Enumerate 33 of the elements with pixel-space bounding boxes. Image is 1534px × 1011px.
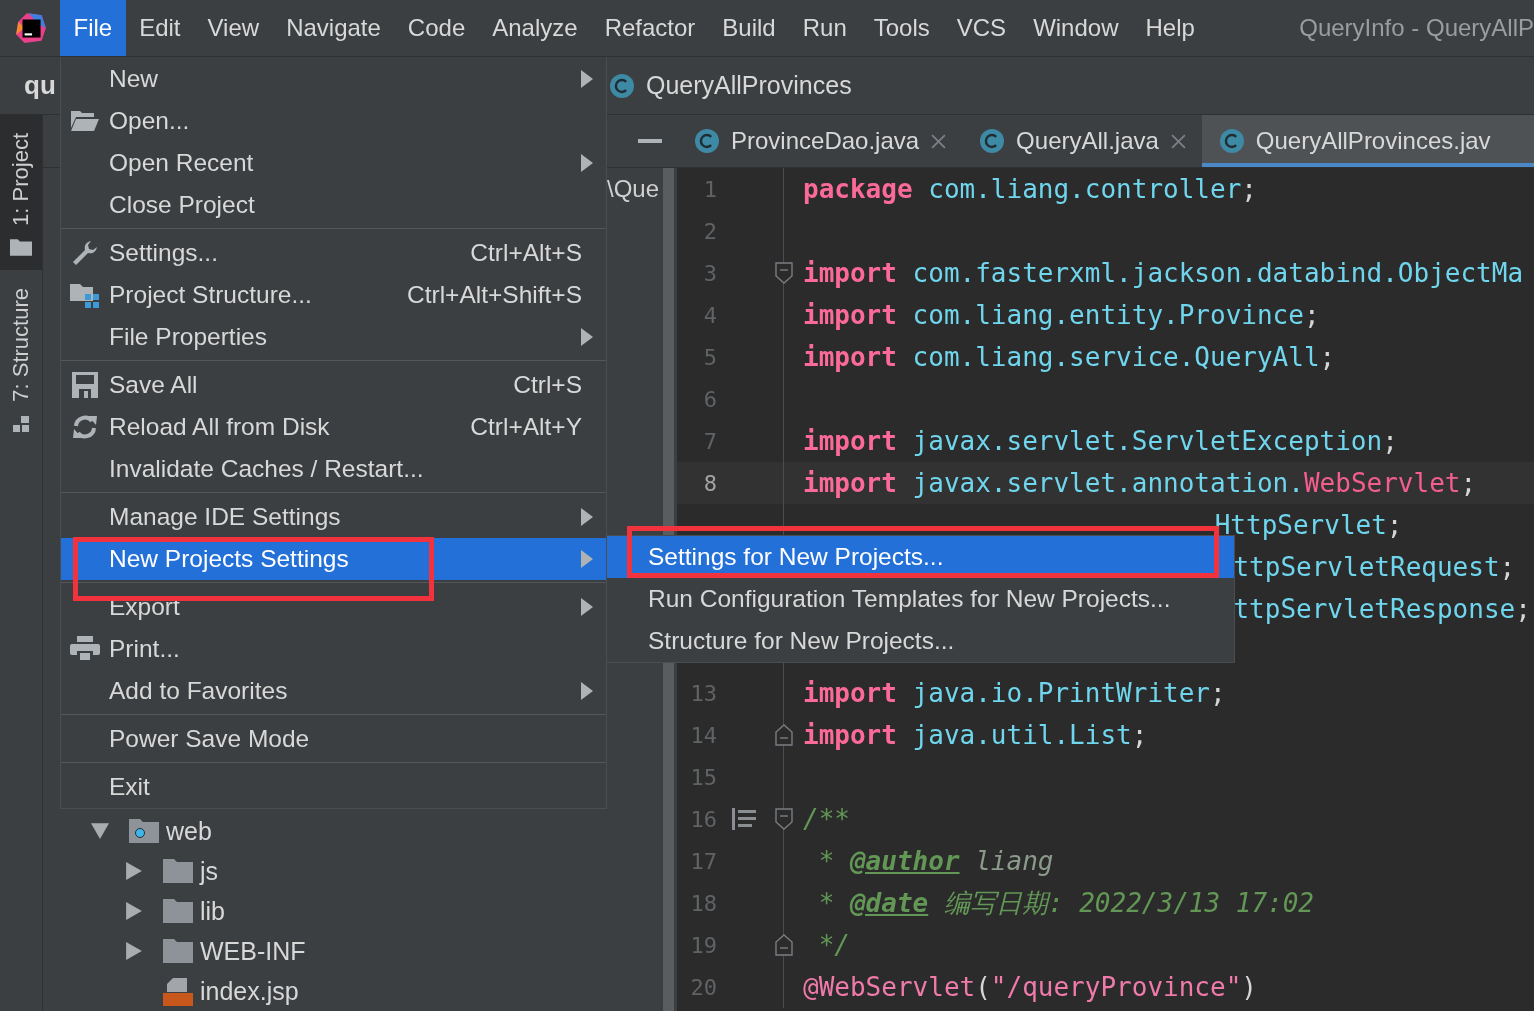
code-line: */ xyxy=(817,930,850,960)
line-number: 20 xyxy=(690,974,717,1000)
code-line: @WebServlet("/queryProvince") xyxy=(803,972,1257,1002)
line-number: 13 xyxy=(690,680,717,706)
line-number: 6 xyxy=(703,386,717,412)
line-number: 4 xyxy=(703,302,717,328)
line-number: 2 xyxy=(703,218,717,244)
code-line: * @author liang xyxy=(817,846,1054,876)
line-number: 16 xyxy=(690,806,717,832)
code-line: /** xyxy=(803,804,850,834)
code-line: package com.liang.controller; xyxy=(803,174,1257,204)
line-number: 3 xyxy=(703,260,717,286)
project-name: qu xyxy=(24,70,56,100)
line-number: 14 xyxy=(690,722,717,748)
line-number: 8 xyxy=(703,470,717,496)
code-line: import com.liang.entity.Province; xyxy=(803,300,1320,330)
code-line: import java.util.List; xyxy=(803,720,1148,750)
line-number: 18 xyxy=(690,890,717,916)
code-line: import javax.servlet.annotation.WebServlet; xyxy=(803,468,1477,498)
code-line: import javax.servlet.ServletException; xyxy=(803,426,1398,456)
code-line: ttpServletRequest; xyxy=(1233,552,1516,582)
code-line: import com.fasterxml.jackson.databind.ObjectMa xyxy=(803,258,1524,288)
line-number: 5 xyxy=(703,344,717,370)
line-number: 1 xyxy=(703,176,717,202)
line-number: 15 xyxy=(690,764,717,790)
code-line: * @date 编写日期: 2022/3/13 17:02 xyxy=(817,886,1314,920)
code-line: import java.io.PrintWriter; xyxy=(803,678,1226,708)
line-number: 17 xyxy=(690,848,717,874)
code-line: import com.liang.service.QueryAll; xyxy=(803,342,1336,372)
code-line: ttpServletResponse; xyxy=(1233,594,1531,624)
line-number: 7 xyxy=(703,428,717,454)
line-number: 19 xyxy=(690,932,717,958)
window-title: QueryInfo - QueryAllP xyxy=(1299,14,1534,42)
